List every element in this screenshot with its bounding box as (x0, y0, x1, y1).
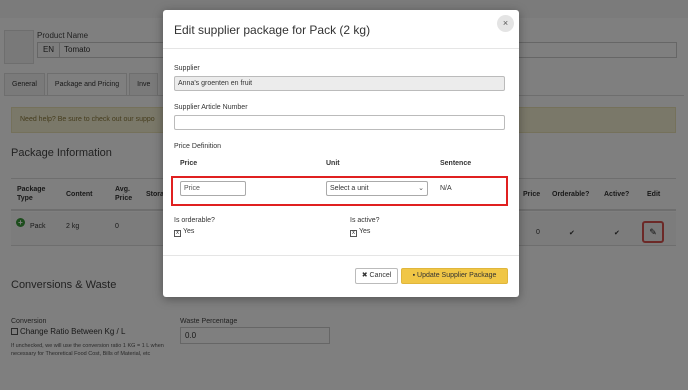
cancel-button[interactable]: ✖ Cancel (355, 268, 398, 284)
active-yes-label: Yes (359, 228, 371, 235)
close-icon: ✖ (361, 272, 368, 279)
active-label: Is active? (350, 217, 380, 224)
price-column-header: Price (180, 160, 198, 167)
orderable-checkbox[interactable]: x Yes (174, 228, 194, 237)
article-number-label: Supplier Article Number (174, 104, 248, 111)
modal-title: Edit supplier package for Pack (2 kg) (174, 23, 371, 37)
checkbox-checked-icon[interactable]: x (350, 230, 357, 237)
active-checkbox[interactable]: x Yes (350, 228, 370, 237)
edit-supplier-package-modal: Edit supplier package for Pack (2 kg) × … (163, 10, 519, 297)
footer-divider (163, 255, 519, 256)
article-number-input[interactable] (174, 115, 505, 130)
update-label: Update Supplier Package (417, 272, 497, 279)
unit-column-header: Unit (326, 160, 340, 167)
sentence-value: N/A (440, 185, 452, 192)
supplier-field: Anna's groenten en fruit (174, 76, 505, 91)
close-icon[interactable]: × (497, 15, 514, 32)
update-supplier-package-button[interactable]: ▪ Update Supplier Package (401, 268, 508, 284)
header-divider (163, 48, 519, 49)
checkbox-checked-icon[interactable]: x (174, 230, 181, 237)
price-input[interactable]: Price (180, 181, 246, 196)
cancel-label: Cancel (369, 272, 392, 279)
sentence-column-header: Sentence (440, 160, 472, 167)
supplier-label: Supplier (174, 65, 200, 72)
unit-select-value: Select a unit (330, 185, 369, 192)
price-definition-label: Price Definition (174, 143, 222, 150)
chevron-down-icon: ⌄ (418, 185, 424, 192)
orderable-yes-label: Yes (183, 228, 195, 235)
save-icon: ▪ (412, 272, 416, 279)
orderable-label: Is orderable? (174, 217, 215, 224)
unit-select[interactable]: Select a unit ⌄ (326, 181, 428, 196)
